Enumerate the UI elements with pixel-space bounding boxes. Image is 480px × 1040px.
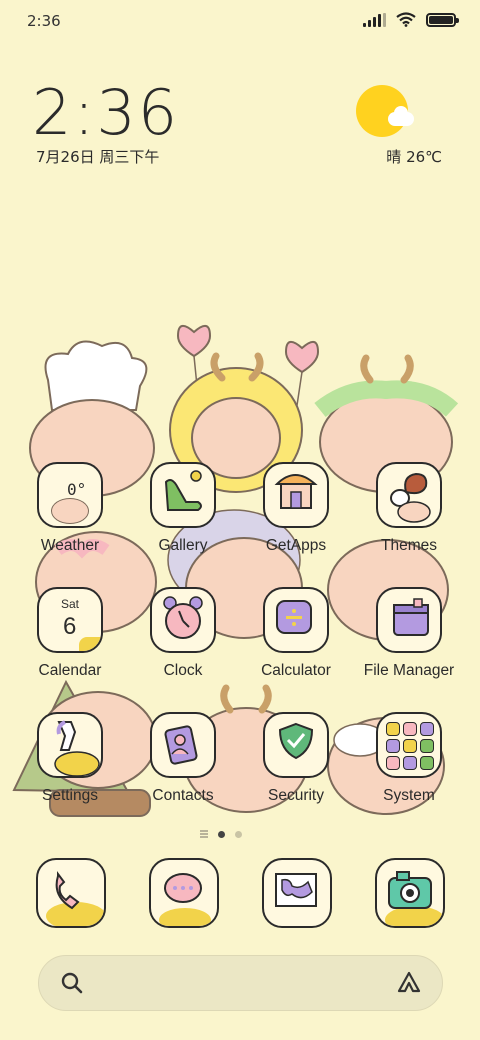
status-bar: 2:36 bbox=[0, 0, 480, 44]
themes-icon bbox=[376, 462, 442, 528]
app-label: Contacts bbox=[152, 787, 214, 804]
cloud-icon bbox=[388, 106, 414, 126]
app-settings[interactable]: Settings bbox=[14, 712, 126, 805]
app-calendar[interactable]: Sat 6 Calendar bbox=[14, 587, 126, 680]
status-icons bbox=[363, 12, 459, 27]
app-label: Calendar bbox=[38, 662, 102, 679]
app-label: GetApps bbox=[265, 537, 327, 554]
signal-icon bbox=[363, 12, 386, 27]
clock-widget-date[interactable]: 7月26日 周三下午 bbox=[36, 146, 159, 167]
page-list-icon bbox=[200, 830, 208, 838]
browser-map-icon bbox=[262, 858, 332, 928]
search-icon[interactable] bbox=[61, 972, 83, 994]
dock-phone[interactable] bbox=[36, 858, 106, 928]
weather-icon-temp: 0° bbox=[67, 480, 87, 499]
app-getapps[interactable]: GetApps bbox=[240, 462, 352, 555]
app-themes[interactable]: Themes bbox=[353, 462, 465, 555]
app-label: Weather bbox=[40, 537, 100, 554]
app-label: Gallery bbox=[158, 537, 208, 554]
page-indicator[interactable] bbox=[200, 830, 242, 838]
calendar-day: Sat bbox=[61, 597, 80, 611]
app-label: Calculator bbox=[261, 662, 331, 679]
contacts-icon bbox=[150, 712, 216, 778]
clock-widget-time[interactable]: 2:36 bbox=[32, 76, 179, 149]
app-label: Settings bbox=[41, 787, 98, 804]
folder-icon bbox=[376, 587, 442, 653]
gallery-icon bbox=[150, 462, 216, 528]
calendar-icon: Sat 6 bbox=[37, 587, 103, 653]
app-label: Security bbox=[268, 787, 324, 804]
wifi-icon bbox=[396, 12, 416, 27]
assistant-icon[interactable] bbox=[396, 970, 422, 996]
security-shield-icon bbox=[263, 712, 329, 778]
battery-icon bbox=[426, 12, 459, 27]
app-calculator[interactable]: Calculator bbox=[240, 587, 352, 680]
phone-icon bbox=[36, 858, 106, 928]
camera-icon bbox=[375, 858, 445, 928]
weather-icon: 0° bbox=[37, 462, 103, 528]
page-dot bbox=[235, 830, 242, 838]
messages-icon bbox=[149, 858, 219, 928]
app-weather[interactable]: 0° Weather bbox=[14, 462, 126, 555]
app-clock[interactable]: Clock bbox=[127, 587, 239, 680]
calendar-date: 6 bbox=[63, 613, 77, 640]
status-time: 2:36 bbox=[27, 12, 61, 30]
page-dot-active bbox=[218, 830, 225, 838]
app-label: Themes bbox=[381, 537, 437, 554]
calculator-icon bbox=[263, 587, 329, 653]
app-contacts[interactable]: Contacts bbox=[127, 712, 239, 805]
weather-widget-text[interactable]: 晴 26℃ bbox=[386, 146, 442, 167]
dock-browser[interactable] bbox=[262, 858, 332, 928]
app-file-manager[interactable]: File Manager bbox=[353, 587, 465, 680]
app-security[interactable]: Security bbox=[240, 712, 352, 805]
settings-icon bbox=[37, 712, 103, 778]
getapps-icon bbox=[263, 462, 329, 528]
clock-icon bbox=[150, 587, 216, 653]
app-label: File Manager bbox=[363, 662, 455, 679]
app-label: System bbox=[383, 787, 435, 804]
app-gallery[interactable]: Gallery bbox=[127, 462, 239, 555]
dock-messages[interactable] bbox=[149, 858, 219, 928]
search-bar[interactable] bbox=[38, 955, 443, 1011]
dock-camera[interactable] bbox=[375, 858, 445, 928]
app-label: Clock bbox=[163, 662, 203, 679]
app-system-folder[interactable]: System bbox=[353, 712, 465, 805]
system-folder-icon bbox=[376, 712, 442, 778]
